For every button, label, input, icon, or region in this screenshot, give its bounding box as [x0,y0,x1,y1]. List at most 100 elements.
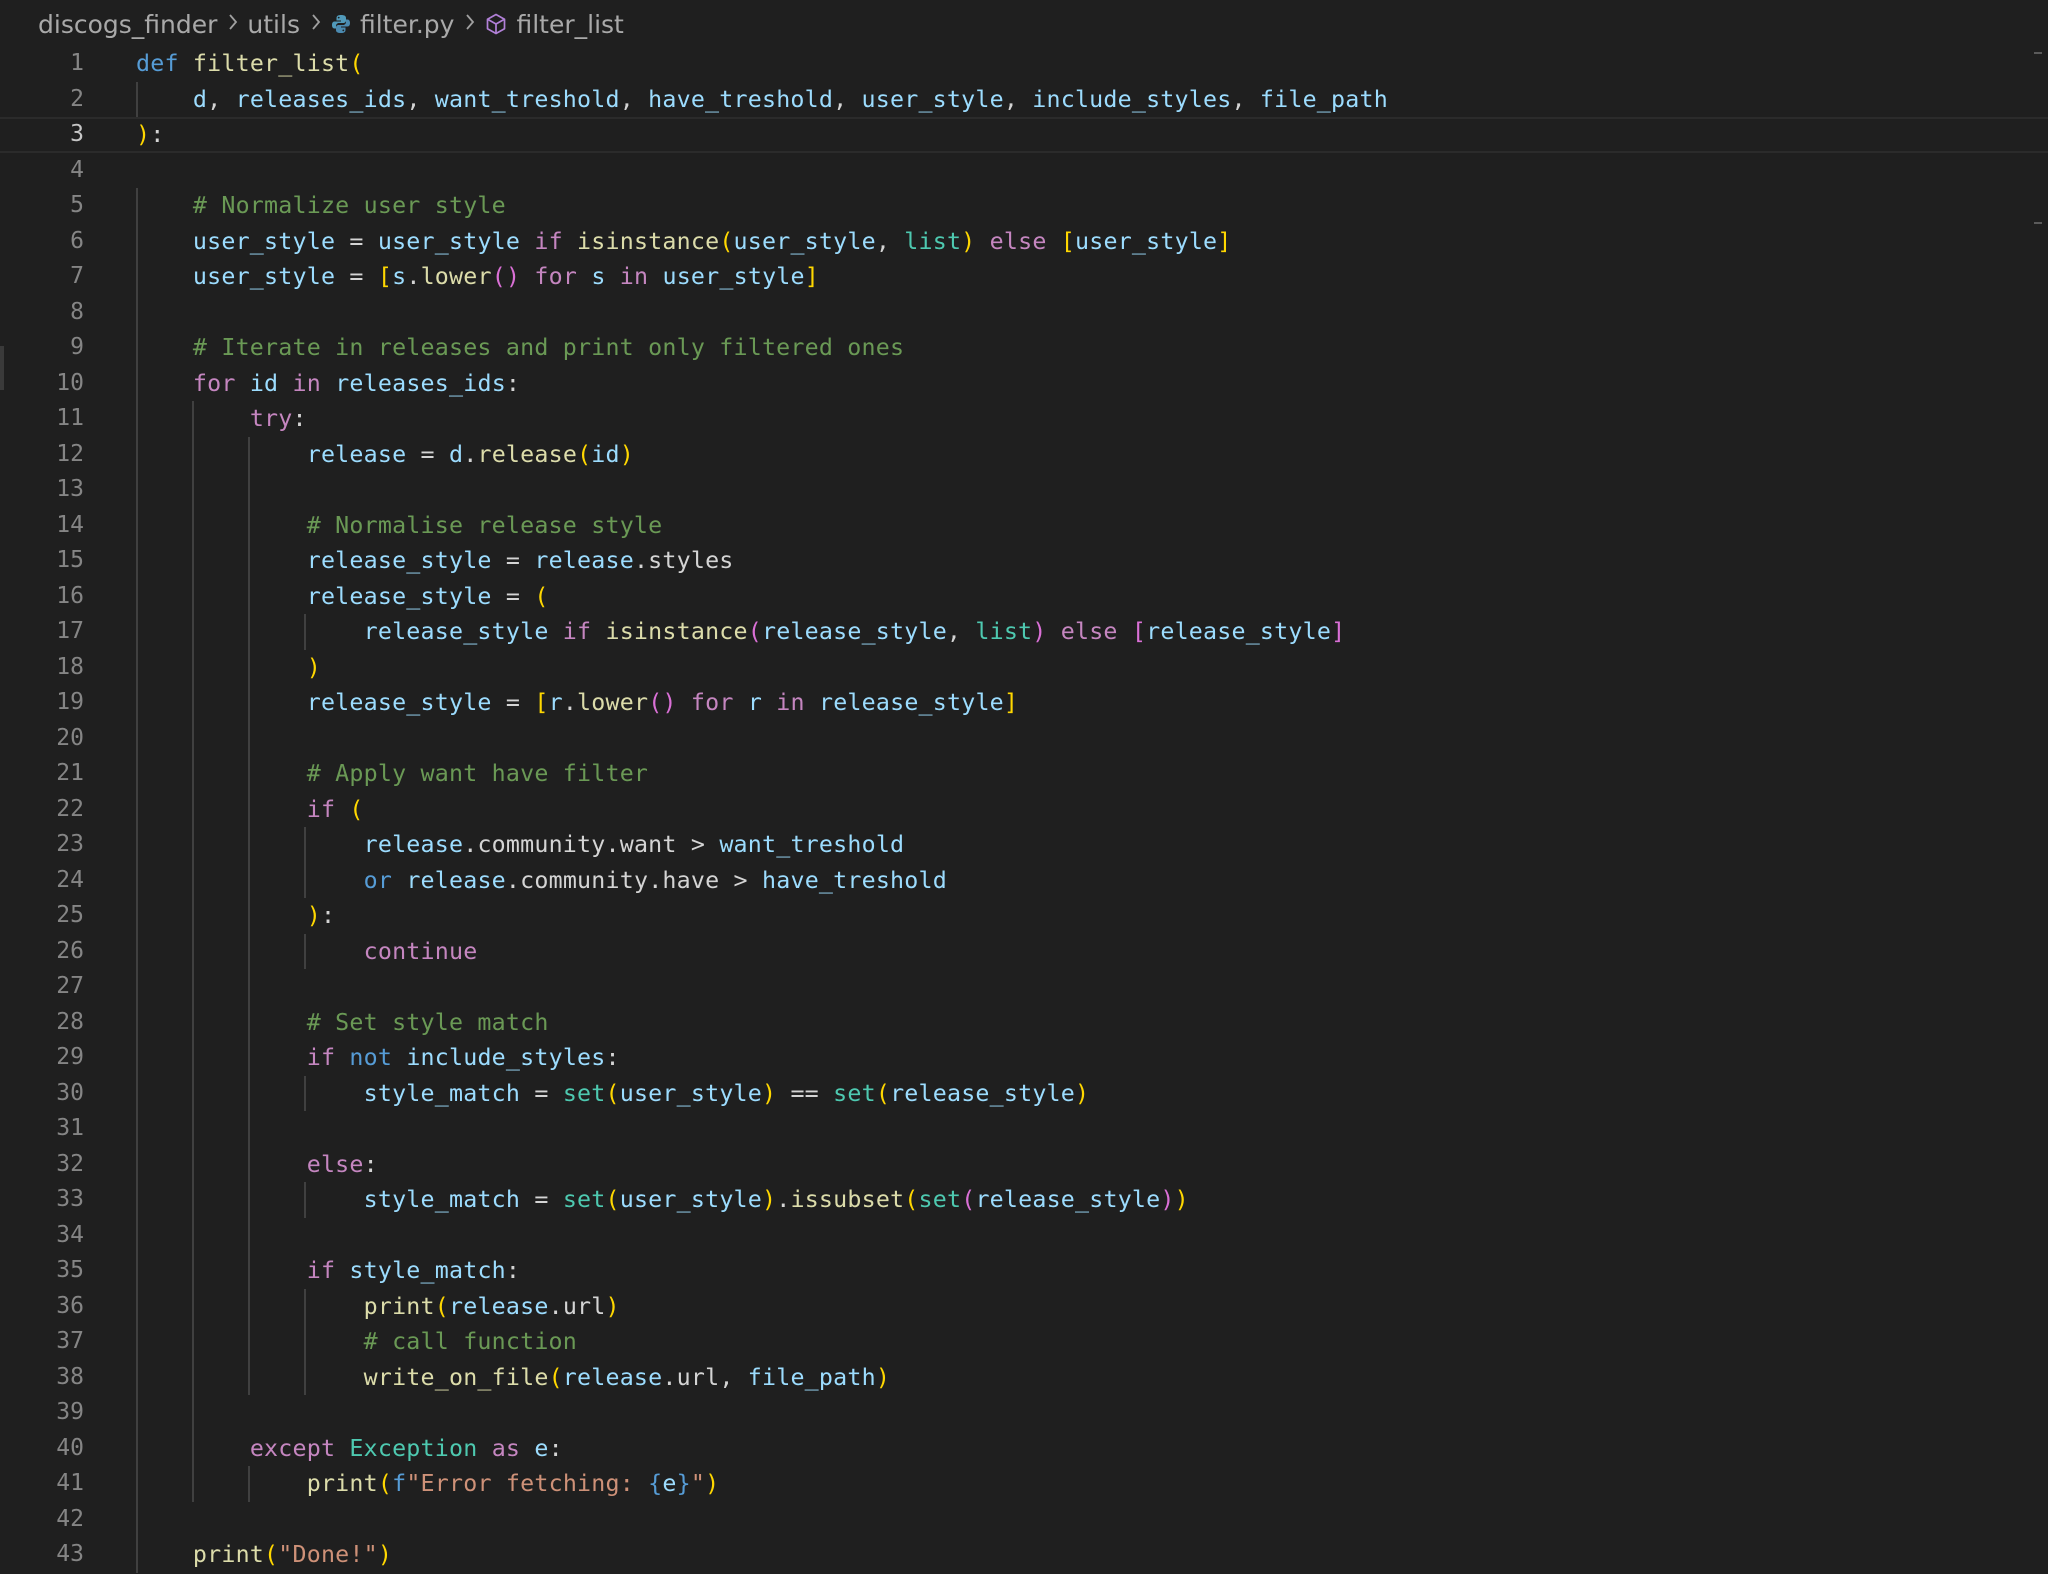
line-number: 4 [70,156,84,183]
line-number: 1 [70,50,84,76]
code-text: or release.community.have > have_treshol… [363,866,947,894]
line-number: 9 [70,334,84,360]
indent-guide [304,827,306,898]
code-line[interactable]: 38 write_on_file(release.url, file_path) [0,1360,2048,1396]
line-number: 35 [56,1257,84,1283]
code-line[interactable]: 19 release_style = [r.lower() for r in r… [0,685,2048,721]
code-line[interactable]: 36 print(release.url) [0,1289,2048,1325]
chevron-right-icon [223,10,243,38]
code-line[interactable]: 15 release_style = release.styles [0,543,2048,579]
code-text: else: [306,1150,378,1178]
code-line[interactable]: 7 user_style = [s.lower() for s in user_… [0,259,2048,295]
breadcrumb-item-discogs-finder[interactable]: discogs_finder [38,10,217,39]
code-text: ) [306,653,321,681]
code-text: style_match = set(user_style).issubset(s… [363,1186,1189,1213]
line-number: 34 [56,1221,84,1248]
code-line[interactable]: 29 if not include_styles: [0,1040,2048,1076]
code-line[interactable]: 24 or release.community.have > have_tres… [0,863,2048,899]
gutter-change-marker [0,346,4,390]
code-line[interactable]: 4 [0,153,2048,189]
line-number: 29 [56,1044,84,1070]
line-number: 19 [56,689,84,715]
code-line[interactable]: 43 print("Done!") [0,1537,2048,1573]
code-line[interactable]: 28 # Set style match [0,1005,2048,1041]
code-text: # Set style match [306,1008,549,1036]
code-text: # Normalise release style [306,511,663,539]
line-number: 32 [56,1150,84,1177]
line-number: 40 [56,1434,84,1461]
line-number: 8 [70,298,84,325]
scrollbar-marker[interactable] [2034,52,2042,54]
code-line[interactable]: 9 # Iterate in releases and print only f… [0,330,2048,366]
code-line[interactable]: 34 [0,1218,2048,1254]
breadcrumb-label: discogs_finder [38,9,218,39]
line-number: 25 [56,902,84,928]
line-number: 16 [56,582,84,609]
code-text: print("Done!") [192,1541,393,1568]
code-line[interactable]: 20 [0,721,2048,757]
code-line[interactable]: 40 except Exception as e: [0,1431,2048,1467]
code-text: except Exception as e: [249,1434,563,1462]
indent-guide [248,436,250,1395]
code-text: release_style = [r.lower() for r in rele… [306,689,1019,716]
code-line[interactable]: 27 [0,969,2048,1005]
code-line[interactable]: 30 style_match = set(user_style) == set(… [0,1076,2048,1112]
code-line[interactable]: 25 ): [0,898,2048,934]
code-line[interactable]: 13 [0,472,2048,508]
line-number: 6 [70,227,84,254]
line-number: 5 [70,192,84,218]
code-line[interactable]: 16 release_style = ( [0,579,2048,615]
code-line[interactable]: 8 [0,295,2048,331]
code-line[interactable]: 42 [0,1502,2048,1538]
code-text: d, releases_ids, want_treshold, have_tre… [192,85,1388,113]
code-text: # call function [363,1328,578,1355]
code-line[interactable]: 10 for id in releases_ids: [0,366,2048,402]
code-line[interactable]: 2 d, releases_ids, want_treshold, have_t… [0,82,2048,118]
code-line[interactable]: 3): [0,117,2048,153]
line-number: 22 [56,795,84,822]
line-number: 31 [56,1115,84,1141]
indent-guide [304,933,306,969]
code-editor[interactable]: 1 def filter_list(2 d, releases_ids, want… [0,46,2048,1574]
code-line[interactable]: 11 try: [0,401,2048,437]
code-line[interactable]: 31 [0,1111,2048,1147]
line-number: 12 [56,440,84,467]
code-line[interactable]: 35 if style_match: [0,1253,2048,1289]
code-text: # Iterate in releases and print only fil… [192,334,905,361]
code-text: user_style = user_style if isinstance(us… [192,227,1232,255]
breadcrumb-item-filter-list[interactable]: filter_list [484,10,624,39]
code-line[interactable]: 6 user_style = user_style if isinstance(… [0,224,2048,260]
code-text: # Normalize user style [192,192,506,219]
code-line[interactable]: 18 ) [0,650,2048,686]
code-line[interactable]: 14 # Normalise release style [0,508,2048,544]
line-number: 14 [56,511,84,538]
indent-guide [136,188,138,1573]
breadcrumb-item-utils[interactable]: utils [247,10,300,39]
line-number: 41 [56,1470,84,1496]
code-line[interactable]: 12 release = d.release(id) [0,437,2048,473]
code-line[interactable]: 41 print(f"Error fetching: {e}") [0,1466,2048,1502]
code-line[interactable]: 39 [0,1395,2048,1431]
line-number: 11 [56,405,84,431]
line-number: 23 [56,831,84,857]
breadcrumb-item-filter-py[interactable]: filter.py [330,10,454,39]
code-line[interactable]: 17 release_style if isinstance(release_s… [0,614,2048,650]
scrollbar-marker[interactable] [2034,222,2042,224]
code-line[interactable]: 1 def filter_list( [0,46,2048,82]
indent-guide [304,1075,306,1111]
code-line[interactable]: 23 release.community.want > want_treshol… [0,827,2048,863]
breadcrumb: discogs_finder utils filter.py filter_list [38,6,624,42]
code-line[interactable]: 21 # Apply want have filter [0,756,2048,792]
chevron-right-icon [460,10,480,38]
code-line[interactable]: 22 if ( [0,792,2048,828]
code-text: ): [306,902,336,929]
code-text: continue [363,937,478,965]
code-line[interactable]: 32 else: [0,1147,2048,1183]
code-line[interactable]: 33 style_match = set(user_style).issubse… [0,1182,2048,1218]
indent-guide [304,614,306,650]
code-line[interactable]: 5 # Normalize user style [0,188,2048,224]
line-number: 21 [56,760,84,786]
line-number: 38 [56,1363,84,1390]
code-line[interactable]: 37 # call function [0,1324,2048,1360]
code-line[interactable]: 26 continue [0,934,2048,970]
